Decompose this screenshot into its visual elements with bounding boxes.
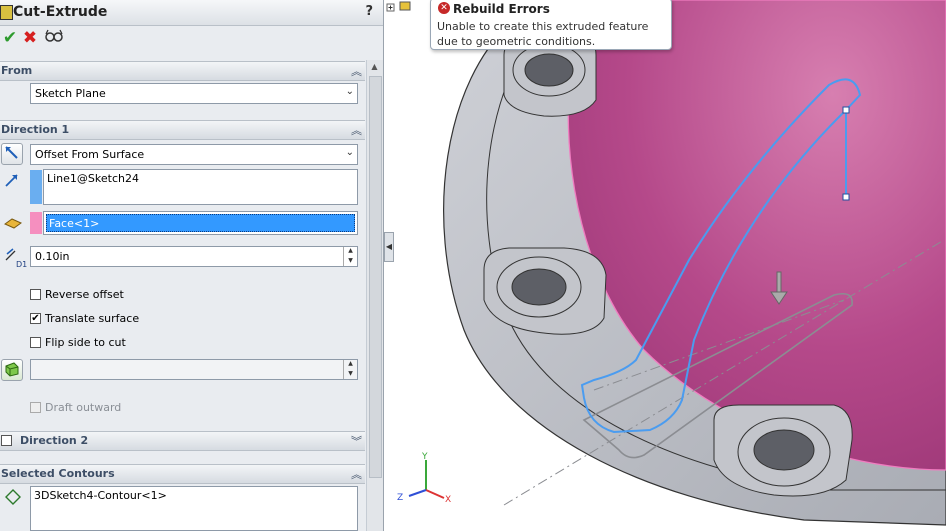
preview-glasses-icon[interactable] bbox=[44, 28, 64, 48]
coordinate-triad: Y X Z bbox=[397, 452, 451, 505]
section-contours-title: Selected Contours bbox=[1, 467, 115, 480]
from-select[interactable]: Sketch Plane ⌄ bbox=[30, 83, 358, 104]
action-bar: ✔ ✖ bbox=[0, 26, 383, 52]
section-from-title: From bbox=[1, 64, 33, 77]
end-condition-value: Offset From Surface bbox=[35, 148, 145, 161]
tooltip-line2: due to geometric conditions. bbox=[437, 35, 596, 48]
reverse-direction-icon[interactable] bbox=[1, 143, 23, 165]
end-condition-select[interactable]: Offset From Surface ⌄ bbox=[30, 144, 358, 165]
section-direction1-title: Direction 1 bbox=[1, 123, 70, 136]
contour-item[interactable]: 3DSketch4-Contour<1> bbox=[34, 489, 167, 502]
triad-z-label: Z bbox=[397, 493, 403, 503]
expand-down-icon[interactable]: ︾ bbox=[351, 433, 362, 449]
spin-down-icon: ▼ bbox=[348, 256, 353, 264]
contour-icon bbox=[4, 488, 22, 509]
reverse-offset-label: Reverse offset bbox=[45, 288, 124, 301]
d1-label: D1 bbox=[16, 260, 27, 268]
graphics-viewport[interactable]: Y X Z bbox=[384, 0, 946, 531]
section-direction1-header[interactable]: Direction 1 ︽ bbox=[0, 120, 365, 140]
face-reference-field[interactable]: Face<1> bbox=[43, 211, 358, 235]
help-button[interactable]: ? bbox=[365, 4, 373, 19]
chevron-down-icon: ⌄ bbox=[345, 147, 354, 158]
draft-spinner: ▲ ▼ bbox=[343, 360, 357, 379]
translate-surface-checkbox[interactable]: ✔ bbox=[30, 313, 41, 324]
spin-down-icon: ▼ bbox=[348, 369, 353, 377]
error-icon: ✕ bbox=[438, 2, 450, 14]
direction-reference-field[interactable]: Line1@Sketch24 bbox=[43, 169, 358, 205]
draft-outward-checkbox bbox=[30, 402, 41, 413]
flip-side-label: Flip side to cut bbox=[45, 336, 126, 349]
offset-distance-icon: D1 bbox=[3, 246, 27, 271]
scroll-up-icon[interactable]: ▲ bbox=[369, 62, 380, 73]
direction-reference-value: Line1@Sketch24 bbox=[47, 172, 139, 185]
flip-side-checkbox[interactable] bbox=[30, 337, 41, 348]
draft-angle-input: ▲ ▼ bbox=[30, 359, 358, 380]
model-view[interactable]: Y X Z bbox=[384, 0, 946, 531]
panel-titlebar: Cut-Extrude ? bbox=[0, 0, 383, 26]
contours-list[interactable]: 3DSketch4-Contour<1> bbox=[30, 486, 358, 531]
panel-collapse-handle[interactable]: ◀ bbox=[384, 232, 394, 262]
direction-arrow-icon bbox=[4, 172, 20, 191]
offset-distance-input[interactable]: 0.10in ▲ ▼ bbox=[30, 246, 358, 267]
panel-title: Cut-Extrude bbox=[13, 4, 108, 20]
tooltip-title: Rebuild Errors bbox=[453, 2, 550, 16]
section-from-header[interactable]: From ︽ bbox=[0, 61, 365, 81]
offset-spinner[interactable]: ▲ ▼ bbox=[343, 247, 357, 266]
collapse-up-icon[interactable]: ︽ bbox=[351, 122, 362, 138]
collapse-up-icon[interactable]: ︽ bbox=[351, 466, 362, 482]
collapse-up-icon[interactable]: ︽ bbox=[351, 63, 362, 79]
boss-left bbox=[483, 247, 607, 335]
rebuild-errors-tooltip: ✕ Rebuild Errors Unable to create this e… bbox=[430, 0, 672, 50]
face-reference-value[interactable]: Face<1> bbox=[46, 214, 355, 232]
triad-x-label: X bbox=[445, 495, 451, 505]
tooltip-line1: Unable to create this extruded feature bbox=[437, 20, 649, 33]
spin-up-icon: ▲ bbox=[348, 247, 353, 254]
reverse-offset-checkbox[interactable] bbox=[30, 289, 41, 300]
face-selection-icon bbox=[3, 215, 23, 234]
direction-color-swatch bbox=[30, 170, 42, 204]
tooltip-message: Unable to create this extruded feature d… bbox=[437, 19, 667, 49]
feature-tree-icon[interactable] bbox=[386, 1, 411, 12]
face-color-swatch bbox=[30, 212, 42, 234]
translate-surface-label: Translate surface bbox=[45, 312, 140, 325]
cut-extrude-icon bbox=[0, 5, 13, 20]
triad-y-label: Y bbox=[421, 452, 428, 462]
cancel-x-icon[interactable]: ✖ bbox=[20, 28, 40, 48]
section-direction2-title: Direction 2 bbox=[20, 434, 89, 447]
spin-up-icon: ▲ bbox=[348, 360, 353, 367]
boss-bottom bbox=[713, 404, 853, 497]
draft-outward-label: Draft outward bbox=[45, 401, 122, 414]
draft-icon[interactable] bbox=[1, 359, 23, 381]
property-manager: Cut-Extrude ? ✔ ✖ From ︽ Sketch Plane ⌄ … bbox=[0, 0, 384, 531]
from-select-value: Sketch Plane bbox=[35, 87, 106, 100]
section-direction2-header[interactable]: Direction 2 ︾ bbox=[0, 431, 365, 451]
scrollbar-thumb[interactable] bbox=[369, 76, 382, 478]
chevron-down-icon: ⌄ bbox=[345, 86, 354, 97]
panel-scrollbar[interactable]: ▲ bbox=[366, 60, 383, 531]
section-contours-header[interactable]: Selected Contours ︽ bbox=[0, 464, 365, 484]
offset-distance-value: 0.10in bbox=[35, 250, 70, 263]
ok-check-icon[interactable]: ✔ bbox=[0, 28, 20, 48]
direction2-checkbox[interactable] bbox=[1, 435, 12, 446]
